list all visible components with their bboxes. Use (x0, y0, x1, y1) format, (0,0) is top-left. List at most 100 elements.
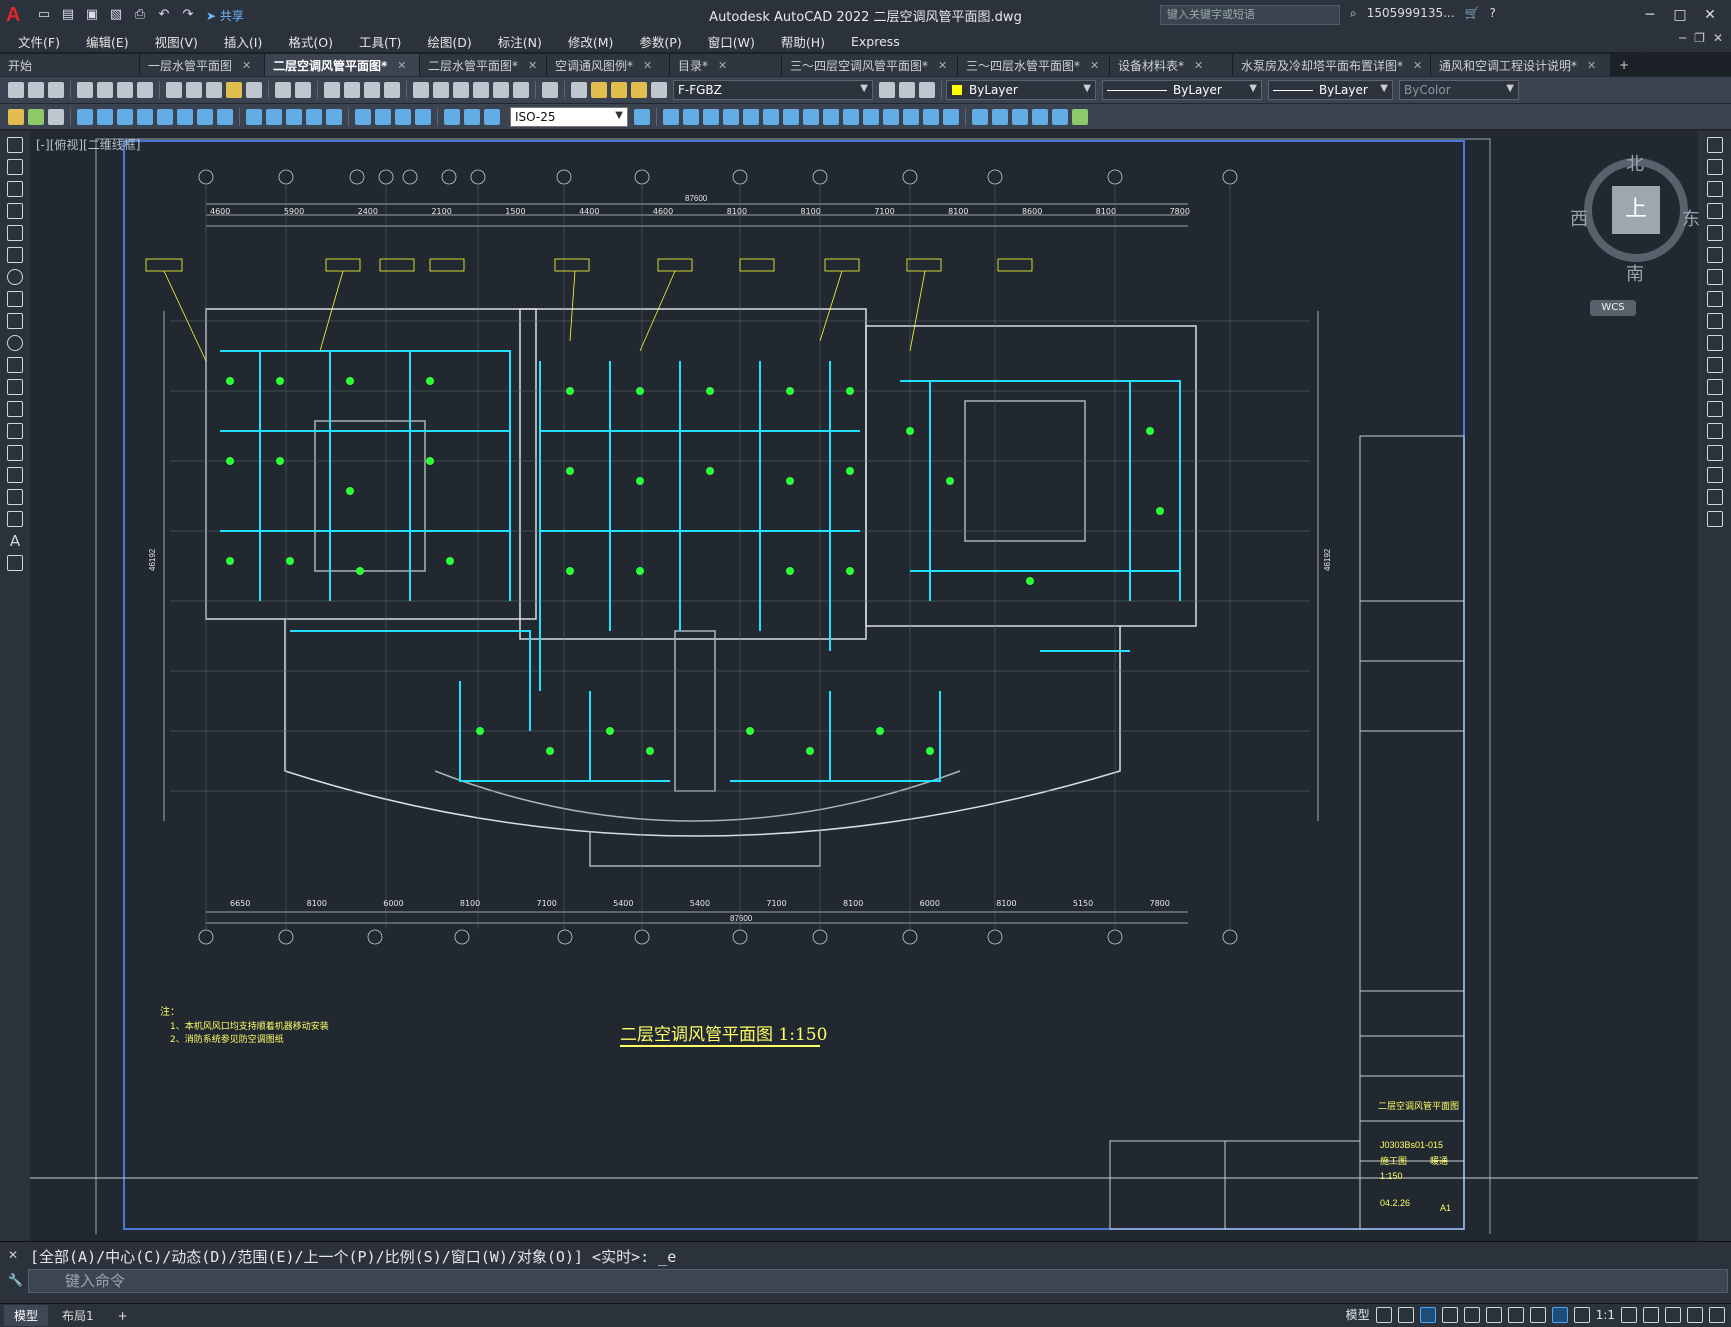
zoom-window-icon[interactable] (364, 82, 380, 98)
viewport-controls[interactable]: [-][俯视][二维线框] (36, 136, 140, 153)
array-icon[interactable] (1706, 225, 1723, 241)
dim-break-icon[interactable] (326, 108, 342, 125)
baseline-dim-icon[interactable] (266, 108, 282, 125)
mirror-icon[interactable] (1706, 181, 1723, 197)
move-icon[interactable] (663, 108, 679, 125)
lineweight-icon[interactable] (1529, 1306, 1546, 1323)
blend-curves-icon[interactable] (1706, 489, 1723, 505)
markup-icon[interactable] (493, 82, 509, 98)
plus-icon[interactable] (1643, 1306, 1659, 1323)
close-icon[interactable]: ✕ (1090, 59, 1099, 72)
doc-close-button[interactable]: ✕ (1713, 31, 1723, 45)
attribute-icon[interactable] (48, 108, 64, 125)
insert-block-icon[interactable] (28, 108, 44, 125)
open-file-icon[interactable]: ▤ (59, 6, 77, 24)
menu-file[interactable]: 文件(F) (18, 32, 60, 51)
layer-on-icon[interactable] (591, 82, 607, 98)
wrench-icon[interactable]: 🔧 (8, 1273, 23, 1287)
customization-icon[interactable] (1709, 1306, 1725, 1323)
design-center-icon[interactable] (433, 82, 449, 98)
group-icon[interactable] (992, 108, 1008, 125)
cart-icon[interactable]: 🛒 (1465, 6, 1480, 21)
text-icon[interactable]: A (7, 533, 23, 549)
object-snap-icon[interactable] (1507, 1306, 1524, 1323)
add-layout-button[interactable]: + (108, 1307, 138, 1325)
move-icon[interactable] (1706, 247, 1723, 263)
save-as-icon[interactable]: ▧ (107, 6, 125, 24)
make-block-icon[interactable] (7, 401, 23, 417)
layer-thaw-icon[interactable] (611, 82, 627, 98)
erase-icon[interactable] (1706, 137, 1723, 153)
extend-icon[interactable] (843, 108, 859, 125)
annotation-scale[interactable]: 1:1 (1596, 1308, 1615, 1322)
snap-icon[interactable] (1397, 1306, 1414, 1323)
tab-legend[interactable]: 空调通风图例* ✕ (547, 54, 670, 76)
explode-icon[interactable] (1706, 511, 1723, 527)
close-icon[interactable]: ✕ (1587, 59, 1596, 72)
gear-icon[interactable] (1621, 1306, 1637, 1323)
dim-space-icon[interactable] (306, 108, 322, 125)
rotate-icon[interactable] (763, 108, 779, 125)
grid-icon[interactable] (1375, 1306, 1392, 1323)
copy-icon[interactable] (1706, 159, 1723, 175)
gradient-icon[interactable] (7, 467, 23, 483)
menu-format[interactable]: 格式(O) (288, 32, 333, 51)
new-tab-button[interactable]: + (1611, 54, 1641, 76)
fillet-icon[interactable] (923, 108, 939, 125)
fullscreen-icon[interactable] (1687, 1306, 1703, 1323)
close-icon[interactable]: ✕ (938, 59, 947, 72)
insert-block-icon[interactable] (7, 379, 23, 395)
array-icon[interactable] (743, 108, 759, 125)
menu-help[interactable]: 帮助(H) (781, 32, 825, 51)
layer-lock-icon[interactable] (631, 82, 647, 98)
tab-equipment[interactable]: 设备材料表* ✕ (1110, 54, 1233, 76)
table-icon[interactable] (7, 511, 23, 527)
close-icon[interactable]: ✕ (1194, 59, 1203, 72)
wcs-menu[interactable]: WCS (1590, 300, 1636, 316)
add-selected-icon[interactable] (7, 555, 23, 571)
sheet-set-icon[interactable] (473, 82, 489, 98)
offset-icon[interactable] (1706, 203, 1723, 219)
3d-print-icon[interactable] (137, 82, 153, 98)
aligned-dim-icon[interactable] (97, 108, 113, 125)
trim-icon[interactable] (1706, 335, 1723, 351)
break-icon[interactable] (1706, 401, 1723, 417)
isolate-objects-icon[interactable] (1665, 1306, 1681, 1323)
isodraft-icon[interactable] (1463, 1306, 1480, 1323)
linetype-select[interactable]: ByLayer ▼ (1102, 80, 1262, 100)
angular-dim-icon[interactable] (217, 108, 233, 125)
doc-restore-button[interactable]: ❐ (1694, 31, 1705, 45)
share-button[interactable]: ➤ 共享 (206, 7, 244, 24)
tool-palettes-icon[interactable] (453, 82, 469, 98)
revision-cloud-icon[interactable] (7, 291, 23, 307)
tab-floor1-water[interactable]: 一层水管平面图 ✕ (140, 54, 265, 76)
dim-edit-icon[interactable] (444, 108, 460, 125)
offset-icon[interactable] (723, 108, 739, 125)
spline-icon[interactable] (7, 313, 23, 329)
make-current-icon[interactable] (879, 82, 895, 98)
ordinate-dim-icon[interactable] (137, 108, 153, 125)
center-mark-icon[interactable] (375, 108, 391, 125)
save-icon[interactable]: ▣ (83, 6, 101, 24)
quick-dim-icon[interactable] (246, 108, 262, 125)
plot-preview-icon[interactable] (97, 82, 113, 98)
help-icon[interactable]: ? (1489, 6, 1495, 21)
rectangle-icon[interactable] (7, 225, 23, 241)
open-icon[interactable] (28, 82, 44, 98)
erase-icon[interactable] (1072, 108, 1088, 125)
point-icon[interactable] (7, 423, 23, 439)
copy-object-icon[interactable] (683, 108, 699, 125)
close-button[interactable]: ✕ (1695, 2, 1725, 28)
viewcube-east[interactable]: 东 (1682, 205, 1700, 231)
color-select[interactable]: ByLayer ▼ (946, 80, 1096, 100)
block-editor-icon[interactable] (246, 82, 262, 98)
dim-update-icon[interactable] (484, 108, 500, 125)
close-icon[interactable]: ✕ (528, 59, 537, 72)
polar-icon[interactable] (1441, 1306, 1458, 1323)
stretch-icon[interactable] (1706, 313, 1723, 329)
fillet-icon[interactable] (1706, 467, 1723, 483)
text-edit-icon[interactable] (8, 108, 24, 125)
copy-icon[interactable] (186, 82, 202, 98)
layer-state-icon[interactable] (919, 82, 935, 98)
tab-model[interactable]: 模型 (4, 1305, 49, 1326)
